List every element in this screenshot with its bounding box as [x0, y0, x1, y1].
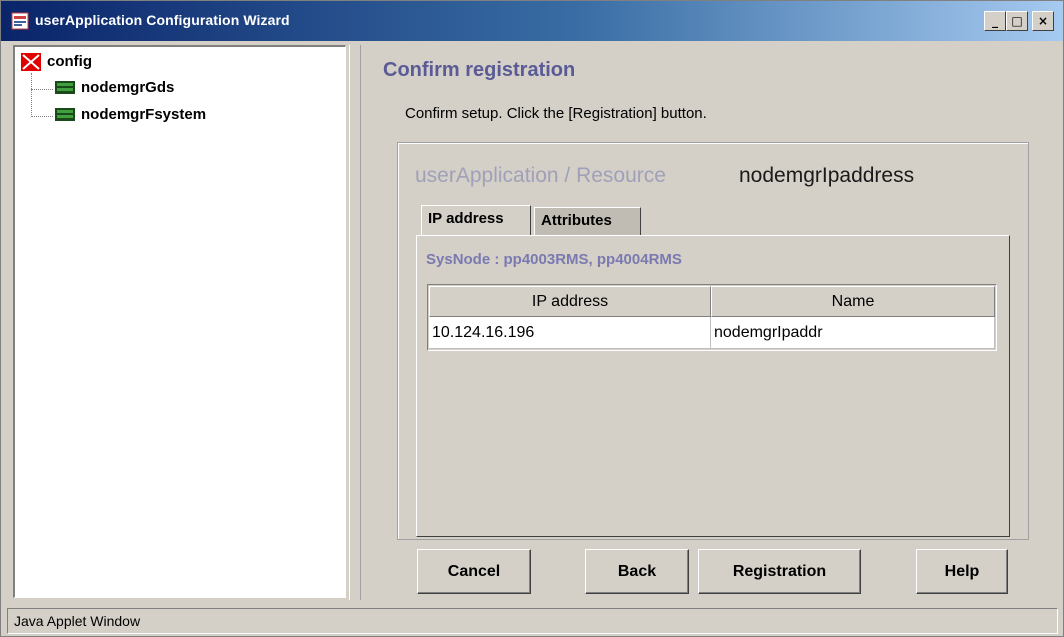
title-bar[interactable]: userApplication Configuration Wizard _ □…	[1, 1, 1063, 41]
resource-label: userApplication / Resource	[415, 164, 666, 187]
instruction-text: Confirm setup. Click the [Registration] …	[405, 105, 707, 122]
table-cell-ip[interactable]: 10.124.16.196	[429, 317, 711, 349]
tree-connector	[31, 73, 32, 117]
tree-node-label: nodemgrFsystem	[81, 106, 207, 123]
resource-value: nodemgrIpaddress	[739, 164, 915, 187]
page-title: Confirm registration	[383, 59, 576, 81]
resource-icon	[55, 108, 75, 121]
column-header-ip-address[interactable]: IP address	[429, 286, 711, 317]
close-button[interactable]: ×	[1032, 11, 1054, 31]
tree-connector	[31, 89, 53, 90]
status-bar: Java Applet Window	[7, 608, 1058, 634]
window-title: userApplication Configuration Wizard	[35, 12, 290, 28]
tree-panel[interactable]: config nodemgrGds nodemgrFsystem	[13, 45, 346, 598]
java-app-icon	[11, 12, 29, 30]
tab-panel	[416, 235, 1010, 537]
table-header: IP address Name	[429, 286, 995, 317]
tree-node-label: config	[47, 53, 92, 70]
table-row[interactable]: 10.124.16.196 nodemgrIpaddr	[429, 317, 995, 349]
table-cell-name[interactable]: nodemgrIpaddr	[711, 317, 995, 349]
registration-button[interactable]: Registration	[698, 549, 861, 594]
tree-connector	[31, 116, 53, 117]
tree-node-label: nodemgrGds	[81, 79, 175, 96]
back-button[interactable]: Back	[585, 549, 689, 594]
column-header-name[interactable]: Name	[711, 286, 995, 317]
tab-ip-address[interactable]: IP address	[421, 205, 531, 235]
cancel-button[interactable]: Cancel	[417, 549, 531, 594]
wizard-window: userApplication Configuration Wizard _ □…	[0, 0, 1064, 637]
maximize-button[interactable]: □	[1006, 11, 1028, 31]
config-icon	[21, 53, 41, 71]
resource-icon	[55, 81, 75, 94]
split-divider[interactable]	[349, 45, 361, 600]
help-button[interactable]: Help	[916, 549, 1008, 594]
minimize-button[interactable]: _	[984, 11, 1006, 31]
sysnode-label: SysNode : pp4003RMS, pp4004RMS	[426, 251, 682, 268]
tab-attributes[interactable]: Attributes	[534, 207, 641, 235]
